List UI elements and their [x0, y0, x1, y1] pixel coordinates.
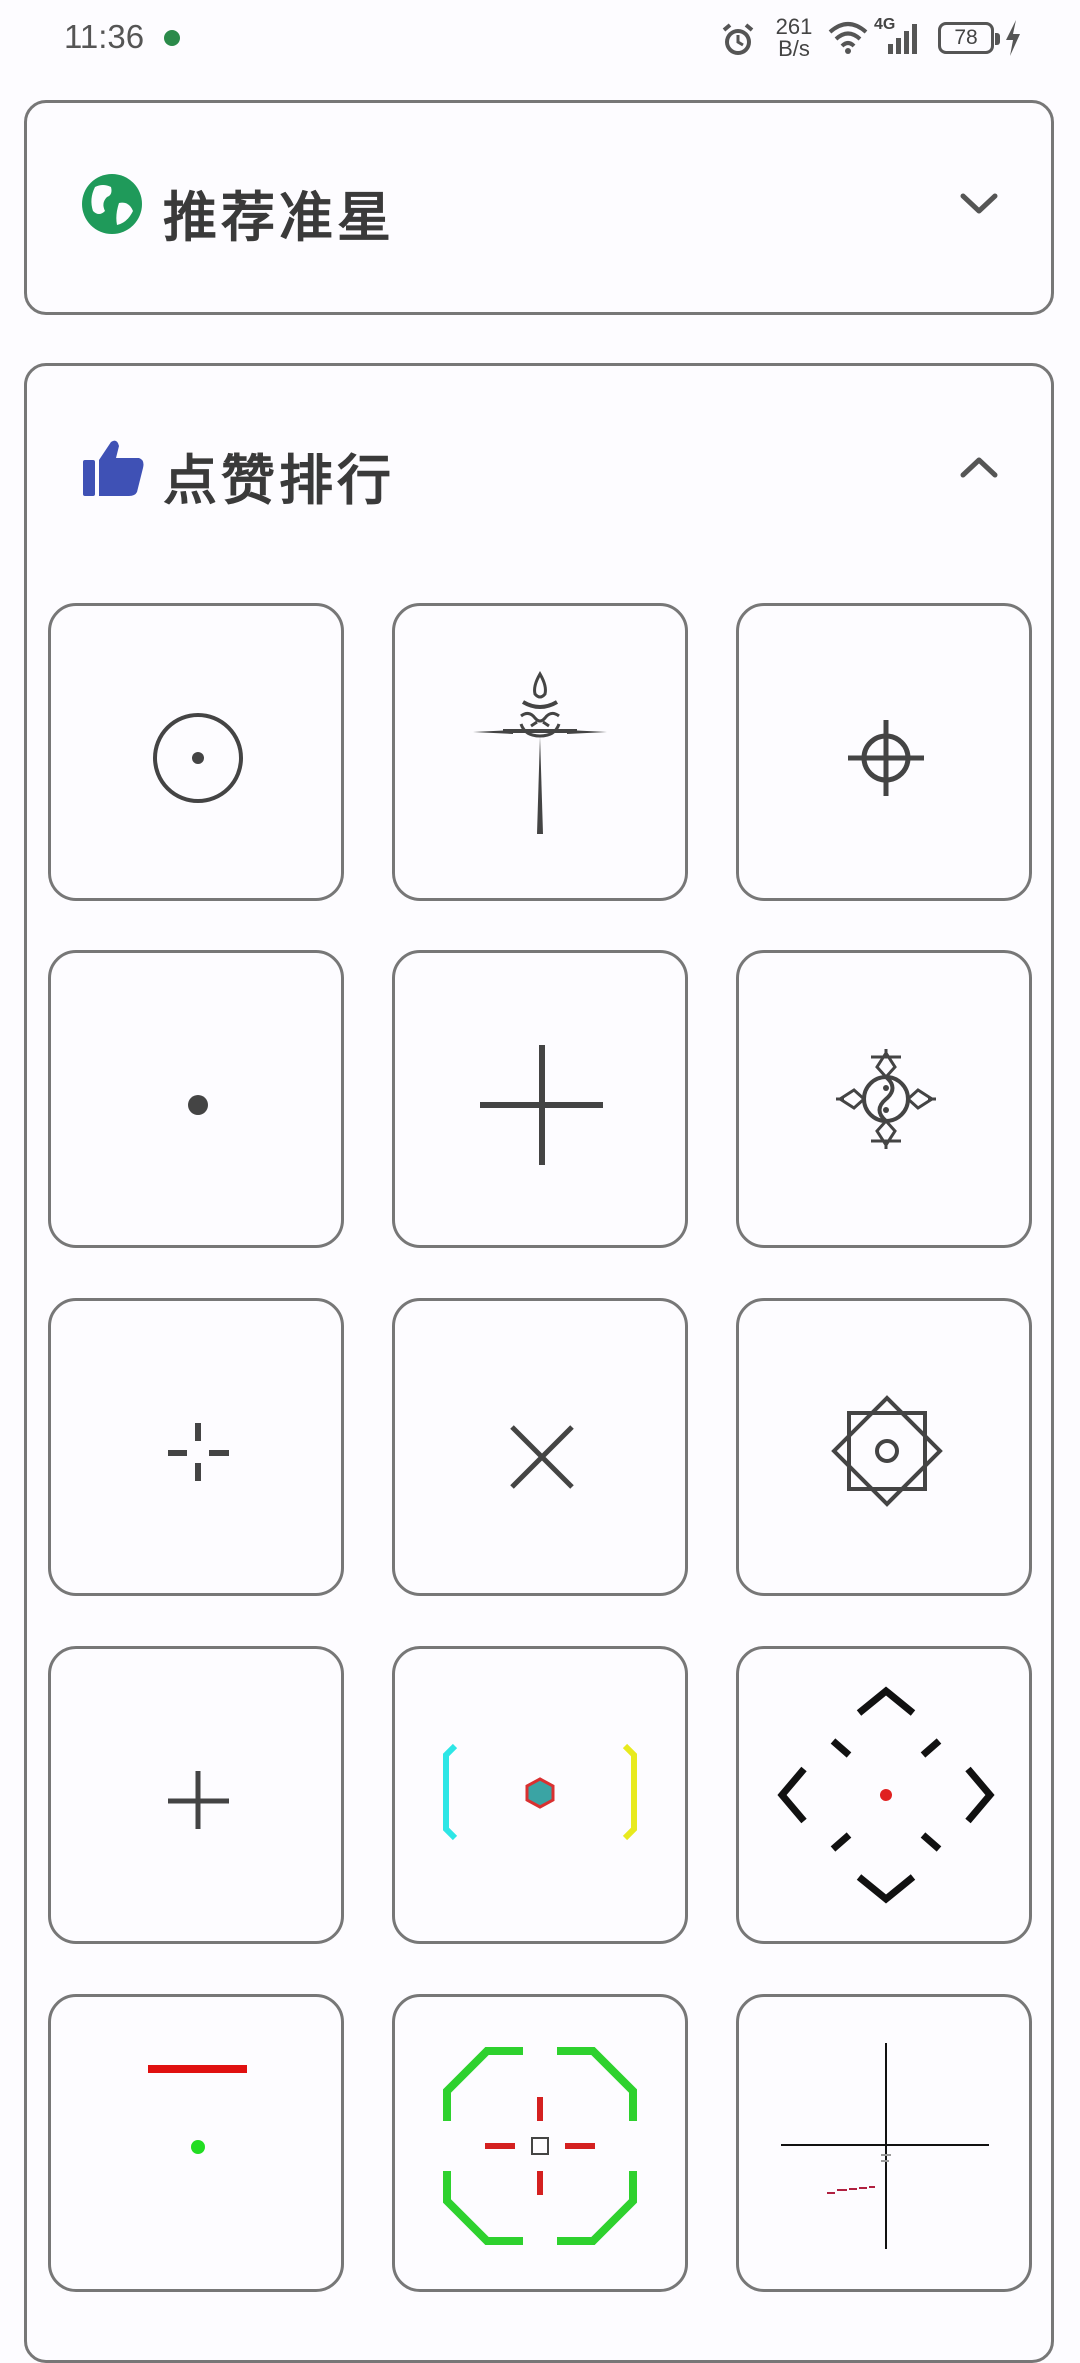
red-line-green-dot-crosshair-icon	[148, 2065, 247, 2154]
signal-icon	[888, 24, 917, 54]
diamond-square-crosshair-icon	[831, 1395, 943, 1507]
status-time: 11:36	[64, 18, 145, 55]
gapped-plus-crosshair-icon	[168, 1423, 229, 1481]
crosshair-tile-diamond-square[interactable]	[736, 1298, 1032, 1596]
crosshair-tile-large-plus[interactable]	[392, 950, 688, 1248]
crosshair-tile-chevron-diamond[interactable]	[736, 1646, 1032, 1944]
wifi-icon	[828, 22, 868, 54]
battery-icon: 78	[938, 22, 1000, 54]
crosshair-tile-green-octagon[interactable]	[392, 1994, 688, 2292]
charging-icon	[1006, 20, 1020, 56]
likes-ranking-section-title: 点赞排行	[163, 448, 395, 512]
chevron-up-icon[interactable]	[959, 454, 999, 480]
crosshair-tile-ornate-torch[interactable]	[392, 603, 688, 901]
status-bar: 11:36 261 B/s 4G 78	[0, 0, 1080, 80]
colored-brackets-hexagon-crosshair-icon	[443, 1743, 637, 1841]
notification-dot-icon	[164, 30, 180, 46]
alarm-icon	[722, 23, 754, 55]
crosshair-tile-scope[interactable]	[736, 603, 1032, 901]
globe-icon	[82, 174, 142, 234]
thumbs-up-icon	[83, 440, 144, 496]
crosshair-tile-x[interactable]	[392, 1298, 688, 1596]
likes-ranking-section-header[interactable]: 点赞排行	[27, 366, 1051, 566]
chevron-down-icon[interactable]	[959, 191, 999, 217]
crosshair-tile-red-line-green-dot[interactable]	[48, 1994, 344, 2292]
crosshair-tile-yin-yang[interactable]	[736, 950, 1032, 1248]
net-speed-unit: B/s	[778, 36, 810, 61]
thin-line-crosshair-icon	[781, 2043, 989, 2249]
crosshair-tile-gapped-plus[interactable]	[48, 1298, 344, 1596]
net-speed: 261 B/s	[770, 16, 818, 60]
crosshair-tile-thin-line[interactable]	[736, 1994, 1032, 2292]
chevron-diamond-crosshair-icon	[777, 1686, 995, 1904]
net-speed-value: 261	[775, 14, 813, 39]
recommended-section-title: 推荐准星	[163, 185, 395, 249]
crosshair-tile-dot[interactable]	[48, 950, 344, 1248]
yin-yang-ornament-crosshair-icon	[836, 1049, 936, 1149]
dot-crosshair-icon	[188, 1095, 208, 1115]
scope-crosshair-icon	[848, 720, 924, 796]
circle-dot-crosshair-icon	[153, 713, 243, 803]
ornate-torch-crosshair-icon	[473, 671, 607, 834]
crosshair-tile-circle-dot[interactable]	[48, 603, 344, 901]
small-plus-crosshair-icon	[168, 1771, 229, 1829]
green-octagon-crosshair-icon	[443, 2047, 637, 2245]
crosshair-tile-colored-brackets[interactable]	[392, 1646, 688, 1944]
recommended-section-card[interactable]: 推荐准星	[24, 100, 1054, 315]
crosshair-tile-small-plus[interactable]	[48, 1646, 344, 1944]
x-crosshair-icon	[510, 1425, 574, 1489]
recommended-section-header[interactable]: 推荐准星	[27, 103, 1051, 303]
large-plus-crosshair-icon	[480, 1045, 603, 1165]
